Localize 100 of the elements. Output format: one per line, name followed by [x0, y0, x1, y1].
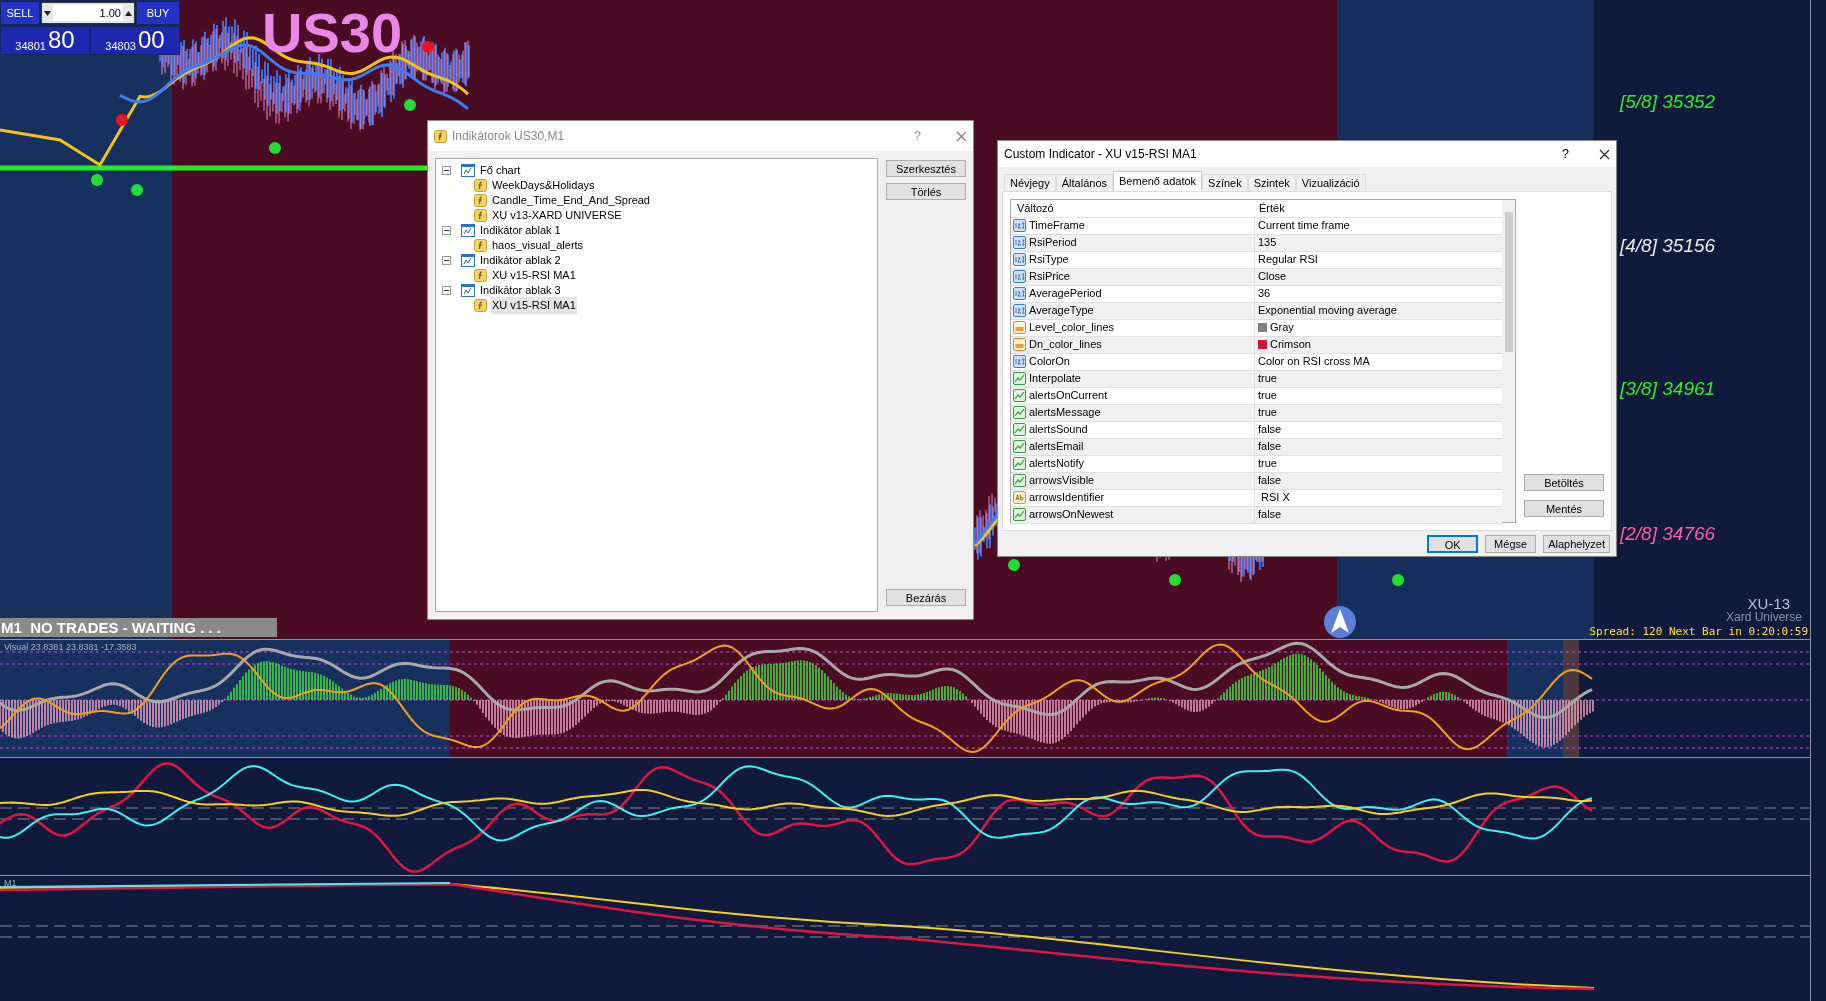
dialog-button[interactable]: Mentés	[1524, 500, 1604, 517]
parameter-value[interactable]: Close	[1258, 268, 1287, 285]
ask-price-button[interactable]: 34803 00	[91, 27, 179, 54]
dialog-button[interactable]: Szerkesztés	[886, 160, 966, 177]
number-type-icon	[1013, 304, 1026, 317]
toggle-type-icon	[1013, 372, 1026, 385]
parameter-value[interactable]: false	[1258, 421, 1282, 438]
script-icon	[474, 209, 487, 222]
parameter-name: alertsSound	[1029, 422, 1088, 438]
number-type-icon	[1013, 287, 1026, 300]
column-header: Érték	[1258, 201, 1285, 216]
tree-item[interactable]: Fő chart	[480, 162, 521, 179]
tab[interactable]: Színek	[1202, 174, 1248, 191]
parameter-value[interactable]: false	[1258, 438, 1282, 455]
toggle-type-icon	[1013, 474, 1026, 487]
parameter-name: RsiPeriod	[1029, 235, 1077, 251]
parameter-value[interactable]: true	[1258, 404, 1277, 421]
scrollbar[interactable]	[1502, 200, 1515, 522]
parameter-value[interactable]: Crimson	[1270, 336, 1311, 353]
tab[interactable]: Vizualizáció	[1295, 174, 1366, 191]
chart-window-icon	[461, 164, 475, 177]
toggle-type-icon	[1013, 406, 1026, 419]
fib-level-label: [5/8] 35352	[1620, 90, 1716, 114]
tree-item[interactable]: Indikátor ablak 3	[480, 282, 561, 299]
fib-level-label: [3/8] 34961	[1620, 377, 1716, 401]
signal-dot	[1169, 574, 1181, 586]
collapse-icon[interactable]	[442, 166, 451, 175]
chart-window-icon	[461, 224, 475, 237]
help-button[interactable]: ?	[1561, 144, 1569, 164]
script-icon	[474, 269, 487, 282]
close-icon[interactable]	[1599, 148, 1610, 160]
parameter-name: alertsNotify	[1029, 456, 1085, 472]
parameter-value[interactable]: false	[1258, 506, 1282, 523]
parameter-value[interactable]: 135	[1258, 234, 1277, 251]
arrow-marker-icon	[1322, 605, 1358, 639]
column-header: Változó	[1016, 201, 1055, 216]
number-type-icon	[1013, 355, 1026, 368]
parameter-value[interactable]: 36	[1258, 285, 1271, 302]
signal-dot	[422, 41, 434, 53]
dialog-button[interactable]: Törlés	[886, 183, 966, 200]
scrollbar-thumb[interactable]	[1504, 212, 1513, 352]
parameter-value[interactable]: RSI X	[1258, 489, 1290, 506]
parameter-value[interactable]: Current time frame	[1258, 217, 1350, 234]
parameter-value[interactable]: false	[1258, 472, 1282, 489]
script-icon	[474, 239, 487, 252]
parameter-value[interactable]: Color on RSI cross MA	[1258, 353, 1370, 370]
tree-item[interactable]: XU v15-RSI MA1	[491, 267, 577, 284]
parameter-value[interactable]: true	[1258, 455, 1277, 472]
parameter-value[interactable]: Regular RSI	[1258, 251, 1318, 268]
tab[interactable]: Névjegy	[1004, 174, 1056, 191]
parameter-name: Dn_color_lines	[1029, 337, 1102, 353]
number-type-icon	[1013, 219, 1026, 232]
collapse-icon[interactable]	[442, 256, 451, 265]
parameter-value[interactable]: Exponential moving average	[1258, 302, 1397, 319]
parameter-name: alertsEmail	[1029, 439, 1084, 455]
collapse-icon[interactable]	[442, 286, 451, 295]
tab[interactable]: Bemenő adatok	[1113, 171, 1203, 191]
dialog-button[interactable]: Alaphelyzet	[1543, 534, 1610, 553]
tree-item[interactable]: XU v13-XARD UNIVERSE	[491, 207, 623, 224]
bid-price-button[interactable]: 34801 80	[1, 27, 89, 54]
signal-dot	[131, 184, 143, 196]
close-button[interactable]: Bezárás	[886, 589, 966, 606]
tree-item[interactable]: WeekDays&Holidays	[491, 177, 596, 194]
tab[interactable]: Általános	[1055, 174, 1113, 191]
parameter-name: RsiType	[1029, 252, 1069, 268]
symbol-label: US30	[262, 0, 403, 66]
parameter-value[interactable]: Gray	[1270, 319, 1294, 336]
dialog-title: Indikátorok US30,M1	[452, 128, 566, 145]
buy-button[interactable]: BUY	[137, 2, 179, 24]
tab[interactable]: Szintek	[1247, 174, 1296, 191]
toggle-type-icon	[1013, 508, 1026, 521]
collapse-icon[interactable]	[442, 226, 451, 235]
dialog-button[interactable]: Betöltés	[1524, 474, 1604, 491]
parameter-value[interactable]: true	[1258, 387, 1277, 404]
chart-window-icon	[461, 284, 475, 297]
tree-item[interactable]: Candle_Time_End_And_Spread	[491, 192, 651, 209]
script-icon	[474, 299, 487, 312]
parameter-name: alertsOnCurrent	[1029, 388, 1108, 404]
fib-level-label: [2/8] 34766	[1620, 522, 1716, 546]
dialog-button[interactable]: OK	[1427, 534, 1479, 553]
signal-dot	[1008, 559, 1020, 571]
lot-field[interactable]: 1.00	[41, 2, 135, 24]
sell-button[interactable]: SELL	[1, 2, 39, 24]
parameter-name: arrowsVisible	[1029, 473, 1095, 489]
brand-label: XU-13	[1747, 596, 1790, 612]
tree-item[interactable]: XU v15-RSI MA1	[491, 297, 577, 314]
tree-item[interactable]: haos_visual_alerts	[491, 237, 585, 254]
down-arrow-icon[interactable]	[44, 10, 51, 16]
tree-item[interactable]: Indikátor ablak 1	[480, 222, 561, 239]
toggle-type-icon	[1013, 440, 1026, 453]
dialog-button[interactable]: Mégse	[1485, 534, 1537, 553]
parameter-value[interactable]: true	[1258, 370, 1277, 387]
indicator-label: M1	[4, 878, 17, 888]
tree-item[interactable]: Indikátor ablak 2	[480, 252, 561, 269]
up-arrow-icon[interactable]	[125, 10, 132, 16]
indicator-label: Visual 23.8381 23.8381 -17.3583	[4, 642, 137, 652]
spread-info: Spread: 120 Next Bar in 0:20:0:59	[1589, 625, 1808, 638]
signal-dot	[269, 142, 281, 154]
text-type-icon	[1013, 491, 1026, 504]
signal-dot	[91, 174, 103, 186]
